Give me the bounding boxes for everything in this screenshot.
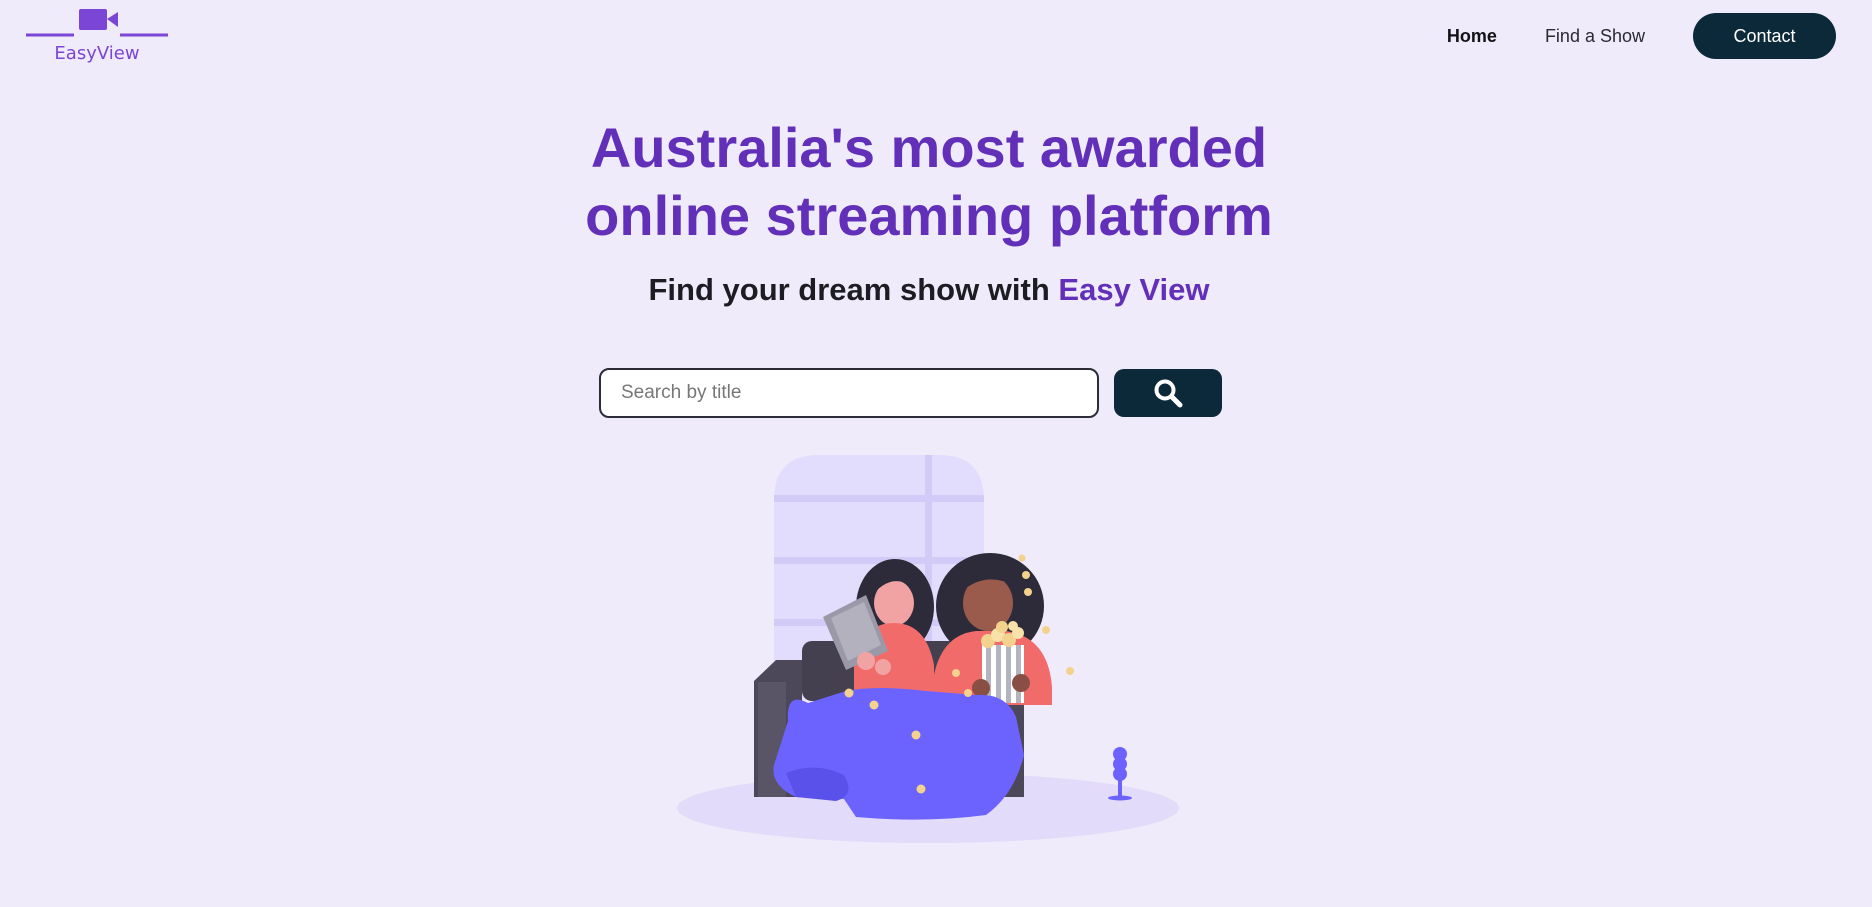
contact-button[interactable]: Contact (1693, 13, 1836, 59)
nav-link-home[interactable]: Home (1447, 26, 1497, 47)
hero-subtitle-text: Find your dream show with (648, 272, 1059, 307)
hero-title-line-1: Australia's most awarded (590, 116, 1268, 179)
hero-subtitle-brand: Easy View (1058, 272, 1210, 307)
page: EasyView Home Find a Show Contact Austra… (0, 0, 1872, 907)
hero-subtitle: Find your dream show with Easy View (0, 272, 1858, 308)
person-right-illustration (932, 553, 1052, 705)
search-input[interactable] (599, 368, 1099, 418)
search-button[interactable] (1114, 369, 1222, 417)
video-camera-icon (26, 9, 168, 37)
search-icon (1154, 379, 1183, 408)
nav-link-find-a-show[interactable]: Find a Show (1545, 26, 1645, 47)
logo-text: EasyView (54, 43, 140, 64)
logo[interactable]: EasyView (24, 6, 170, 66)
couch-movie-illustration (677, 455, 1179, 843)
hero-title-line-2: online streaming platform (585, 184, 1273, 247)
hero-title: Australia's most awarded online streamin… (0, 114, 1858, 250)
main-nav: Home Find a Show Contact (1447, 13, 1836, 59)
